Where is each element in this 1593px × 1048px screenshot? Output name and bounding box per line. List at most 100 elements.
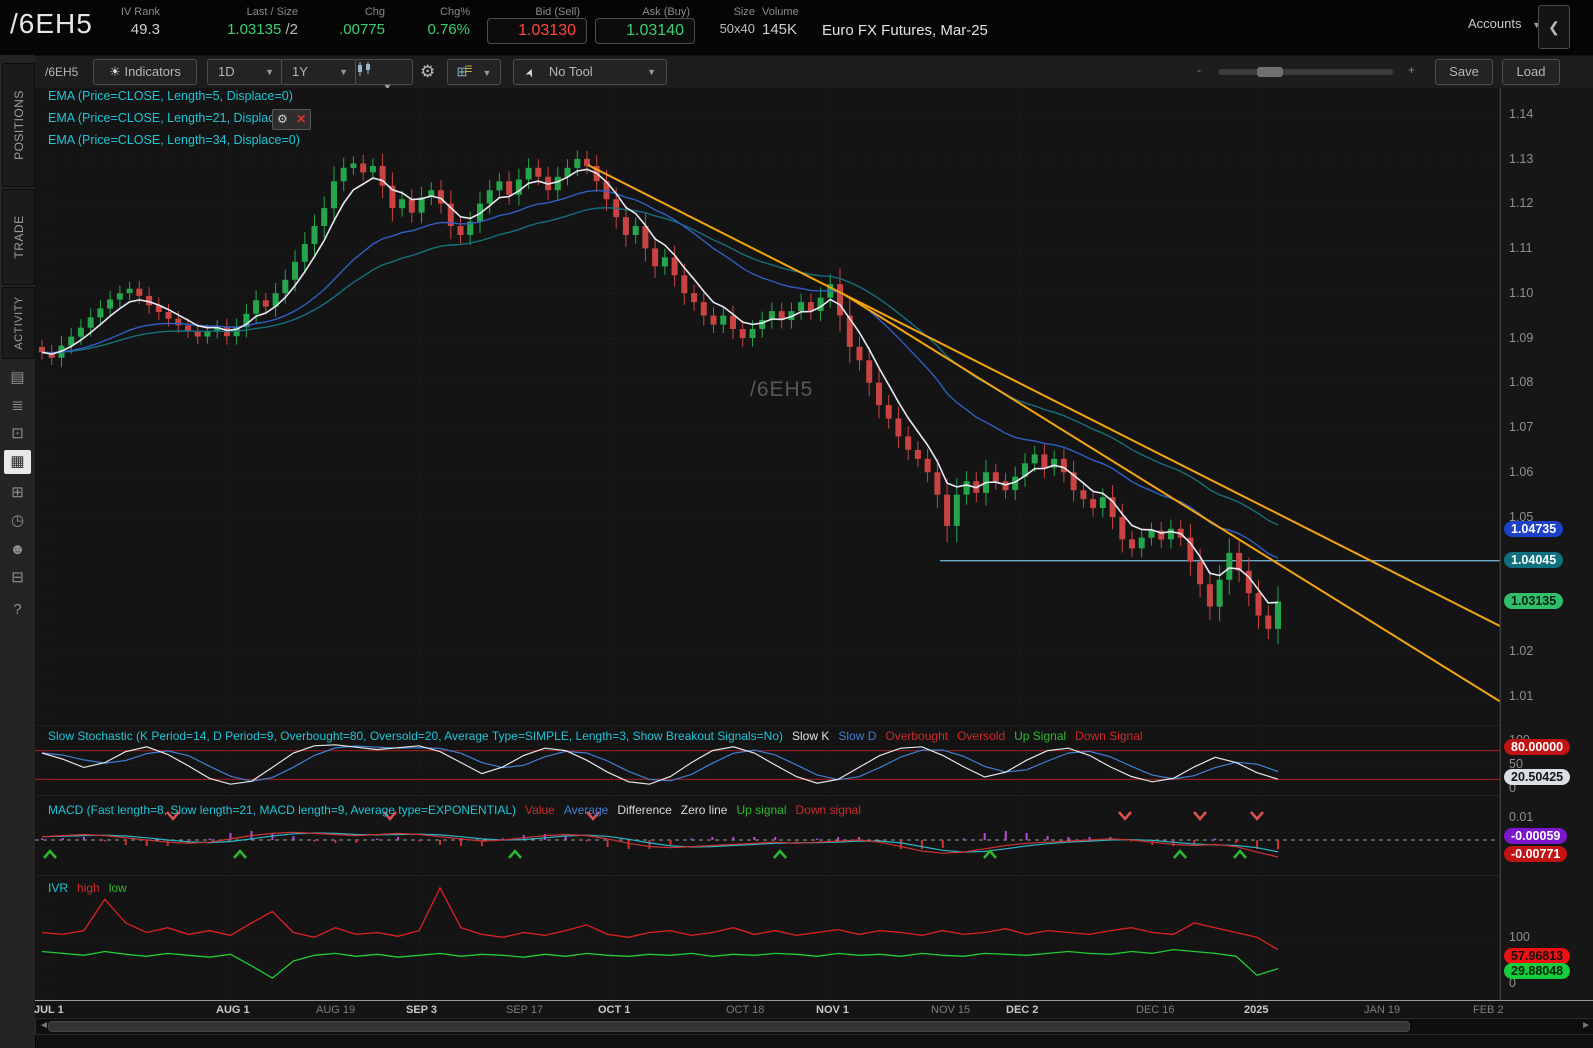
volume-field: Volume 145K (762, 6, 799, 38)
sidebar-tab-positions[interactable]: POSITIONS (2, 63, 35, 187)
ivr-header: IVR high low (48, 881, 136, 895)
axis-tick-label: 1.13 (1509, 152, 1534, 166)
legend-item: low (108, 881, 127, 895)
chart-toolbar: /6EH5 ☀ Indicators 1D ▼ 1Y ▼ ▼ ⚙ ⊞☰ ▼ ➤ No … (35, 56, 1593, 92)
study-edit-controls: ⚙ ✕ (272, 109, 312, 130)
dashboard-grid-icon[interactable]: ⊞ (4, 481, 31, 505)
ema34-study-label[interactable]: EMA (Price=CLOSE, Length=34, Displace=0) (48, 133, 300, 147)
bid-button[interactable]: 1.03130 (487, 18, 587, 44)
date-axis[interactable]: JUL 1 AUG 1 AUG 19 SEP 3 SEP 17 OCT 1 OCT 18 NO… (34, 1000, 1593, 1017)
tv-icon[interactable]: ⊡ (4, 422, 31, 446)
date-tick-label: DEC 16 (1136, 1004, 1175, 1016)
drawing-tool-dropdown[interactable]: ➤ No Tool ▼ (513, 59, 667, 85)
price-bubble: 20.50425 (1504, 769, 1571, 785)
save-button[interactable]: Save (1435, 59, 1493, 85)
stochastic-header: Slow Stochastic (K Period=14, D Period=9… (48, 729, 1152, 743)
axis-tick-label: 1.10 (1509, 286, 1534, 300)
legend-item: Average (563, 803, 609, 817)
toolbar-symbol-label: /6EH5 (45, 65, 79, 79)
legend-item: Value (525, 803, 555, 817)
contract-description: Euro FX Futures, Mar-25 (822, 22, 988, 39)
legend-item: Slow K (792, 729, 830, 743)
chevron-down-icon: ▼ (647, 67, 656, 77)
zoom-in-label[interactable]: + (1408, 63, 1415, 77)
chevron-down-icon: ▼ (339, 67, 348, 77)
history-clock-icon[interactable]: ◷ (4, 509, 31, 533)
price-bubble: 29.88048 (1504, 963, 1571, 979)
ema5-study-label[interactable]: EMA (Price=CLOSE, Length=5, Displace=0) (48, 89, 293, 103)
sidebar-tab-trade[interactable]: TRADE (2, 189, 35, 285)
watchlist-icon[interactable]: ≣ (4, 394, 31, 418)
ema21-study-label[interactable]: EMA (Price=CLOSE, Length=21, Displace (48, 111, 281, 125)
zoom-out-label[interactable]: - (1197, 63, 1201, 77)
accounts-menu[interactable]: Accounts ▼ (1468, 16, 1541, 31)
price-bubble: -0.00059 (1504, 828, 1568, 844)
axis-tick-label: 1.01 (1509, 689, 1534, 703)
symbol-title: /6EH5 (10, 8, 93, 39)
macd-header: MACD (Fast length=8, Slow length=21, MAC… (48, 803, 870, 817)
chevron-down-icon: ▼ (265, 67, 274, 77)
price-bubble: 57.96813 (1504, 948, 1571, 964)
price-bubble: 1.04045 (1504, 552, 1564, 568)
horizontal-scrollbar[interactable]: ◄ ► (35, 1018, 1593, 1035)
axis-tick-label: 1.02 (1509, 644, 1534, 658)
date-tick-label: AUG 19 (316, 1004, 356, 1016)
chart-icon[interactable]: ▦ (4, 450, 31, 474)
price-bubble: 80.00000 (1504, 739, 1571, 755)
date-tick-label: JAN 19 (1364, 1004, 1401, 1016)
study-title[interactable]: MACD (Fast length=8, Slow length=21, MAC… (48, 803, 516, 817)
timeframe-dropdown[interactable]: 1D ▼ (207, 59, 283, 85)
indicators-button[interactable]: ☀ Indicators (93, 59, 197, 85)
cursor-icon: ➤ (523, 66, 538, 80)
axis-tick-label: 1.09 (1509, 331, 1534, 345)
study-remove-icon[interactable]: ✕ (296, 112, 306, 126)
chart-watermark: /6EH5 (750, 378, 814, 401)
indicators-icon: ☀ (109, 64, 121, 79)
axis-tick-label: 1.07 (1509, 420, 1534, 434)
legend-item: Slow D (838, 729, 877, 743)
zoom-slider-thumb[interactable] (1257, 67, 1283, 77)
date-tick-label: AUG 1 (216, 1004, 250, 1016)
date-tick-label: DEC 2 (1006, 1004, 1039, 1016)
grid-layout-dropdown[interactable]: ⊞☰ ▼ (447, 59, 501, 85)
ask-label: Ask (Buy) (642, 6, 690, 18)
date-tick-label: FEB 2 (1473, 1004, 1504, 1016)
ask-button[interactable]: 1.03140 (595, 18, 695, 44)
price-chart[interactable] (35, 88, 1593, 725)
date-tick-label: 2025 (1244, 1004, 1269, 1016)
quote-header: /6EH5 IV Rank 49.3 Last / Size 1.03135 /2… (0, 0, 1593, 55)
axis-tick-label: 1.12 (1509, 196, 1534, 210)
chart-settings-gear-icon[interactable]: ⚙ (420, 62, 435, 82)
help-icon[interactable]: ? (4, 598, 31, 622)
axis-tick-label: 1.11 (1509, 241, 1533, 255)
scrollbar-thumb[interactable] (48, 1021, 1410, 1032)
legend-item: Down signal (795, 803, 861, 817)
study-settings-gear-icon[interactable]: ⚙ (277, 112, 288, 126)
news-icon[interactable]: ▤ (4, 366, 31, 390)
date-tick-label: OCT 1 (598, 1004, 631, 1016)
ivr-panel[interactable] (35, 875, 1593, 1000)
legend-item: Up Signal (1014, 729, 1067, 743)
axis-tick-label: 1.06 (1509, 465, 1534, 479)
chart-type-dropdown[interactable]: ▼ (355, 59, 413, 92)
legend-item: Down Signal (1075, 729, 1143, 743)
scroll-right-icon[interactable]: ► (1581, 1020, 1591, 1031)
collapse-panel-button[interactable]: ❮ (1538, 5, 1570, 49)
date-tick-label: NOV 1 (816, 1004, 850, 1016)
legend-item: Oversold (957, 729, 1006, 743)
calendar-icon[interactable]: ⊟ (4, 566, 31, 590)
sidebar-tab-activity[interactable]: ACTIVITY (2, 287, 35, 359)
load-button[interactable]: Load (1502, 59, 1560, 85)
community-icon[interactable]: ☻ (4, 538, 31, 562)
date-tick-label: NOV 15 (931, 1004, 971, 1016)
legend-item: Zero line (680, 803, 728, 817)
price-axis[interactable]: 1.14 1.13 1.12 1.11 1.10 1.09 1.08 1.07 1.06 1.05… (1500, 88, 1593, 1000)
axis-tick-label: 1.14 (1509, 107, 1534, 121)
zoom-slider-track[interactable] (1218, 69, 1393, 75)
study-title[interactable]: IVR (48, 881, 68, 895)
axis-tick-label: 0.01 (1509, 810, 1534, 824)
range-dropdown[interactable]: 1Y ▼ (281, 59, 357, 85)
axis-tick-label: 100 (1509, 930, 1530, 944)
legend-item: Up signal (736, 803, 787, 817)
study-title[interactable]: Slow Stochastic (K Period=14, D Period=9… (48, 729, 783, 743)
